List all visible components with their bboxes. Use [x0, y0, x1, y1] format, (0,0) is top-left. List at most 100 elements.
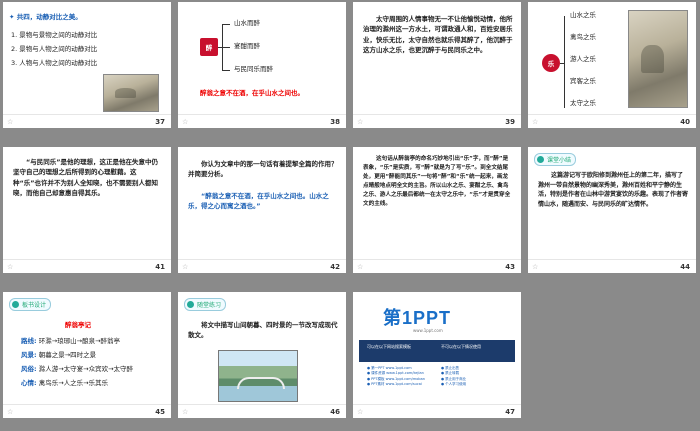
info-band: 可以在以下网站搜索模板 不可以在以下情况使用 [359, 340, 515, 362]
star-icon: ☆ [7, 263, 14, 271]
slide-footer: ☆ 42 [178, 259, 346, 273]
star-icon: ☆ [357, 118, 364, 126]
star-icon: ☆ [7, 408, 14, 416]
center-node: 醉 [200, 38, 218, 56]
ppt-logo-url: www.1ppt.com [413, 328, 443, 333]
link-item[interactable]: ● 课件资源 www.1ppt.com/kejian [367, 371, 425, 376]
slide-thumbnail-46[interactable]: 随堂练习 将文中描写山间朝暮、四时景的一节改写成现代散文。 ☆ 46 [178, 292, 346, 418]
star-icon: ☆ [182, 263, 189, 271]
slide-number: 47 [505, 408, 515, 416]
branch-label: 与民同乐而醉 [234, 65, 273, 73]
slide-number: 45 [155, 408, 165, 416]
link-list-left: ● 第一PPT www.1ppt.com ● 课件资源 www.1ppt.com… [367, 366, 425, 387]
star-icon: ☆ [532, 118, 539, 126]
board-row-text: 环滁→琅琊山→酿泉→醉翁亭 [38, 337, 121, 345]
star-icon: ☆ [532, 263, 539, 271]
landscape-painting [103, 74, 159, 112]
slide-line: 2. 景物与人物之间的动静对比 [11, 45, 98, 53]
branch-label: 禽鸟之乐 [570, 33, 596, 41]
branch-label: 宾客之乐 [570, 77, 596, 85]
brace-line [564, 16, 565, 108]
section-tag: 板书设计 [9, 298, 52, 311]
board-row: 风俗: 滁人游→太守宴→众宾欢→太守醉 [21, 364, 133, 374]
slide-number: 41 [155, 263, 165, 271]
board-row: 风景: 朝暮之景→四时之景 [21, 350, 96, 360]
slide-sorter-grid: ✦ 共四，动静对比之美。 1. 景物与景物之间的动静对比 2. 景物与人物之间的… [0, 0, 700, 431]
link-item[interactable]: ● PPT素材 www.1ppt.com/sucai [367, 382, 425, 387]
slide-number: 40 [680, 118, 690, 126]
board-row-label: 心情: [21, 379, 37, 387]
slide-number: 39 [505, 118, 515, 126]
band-left-label: 可以在以下网站搜索模板 [367, 344, 411, 349]
star-icon: ☆ [357, 408, 364, 416]
star-icon: ☆ [182, 408, 189, 416]
slide-footer: ☆ 41 [3, 259, 171, 273]
slide-thumbnail-42[interactable]: 你认为文章中的那一句话有着提挈全篇的作用？并简要分析。 “醉翁之意不在酒，在乎山… [178, 147, 346, 273]
list-item: ● 个人学习使用 [441, 381, 467, 386]
slide-thumbnail-39[interactable]: 太守周围的人情事物无一不让他愉悦动情，他所治理的滁州这一方水土，可谓政通人和，百… [353, 2, 521, 128]
board-row-label: 风俗: [21, 365, 37, 373]
tag-dot-icon [537, 156, 544, 163]
board-row: 心情: 禽鸟乐→人之乐→乐其乐 [21, 378, 108, 388]
star-icon: ☆ [7, 118, 14, 126]
section-tag: 课堂小结 [534, 153, 577, 166]
star-icon: ☆ [357, 263, 364, 271]
board-row-text: 禽鸟乐→人之乐→乐其乐 [38, 379, 109, 387]
slide-thumbnail-41[interactable]: “与民同乐”是他的理想，这正是他在失意中仍坚守自己的理想之后所得到的心理慰藉。这… [3, 147, 171, 273]
link-item[interactable]: ● PPT模板 www.1ppt.com/moban [367, 377, 425, 382]
slide-number: 37 [155, 118, 165, 126]
tag-dot-icon [12, 301, 19, 308]
answer-text: “醉翁之意不在酒，在乎山水之间也。山水之乐，得之心而寓之酒也。” [188, 192, 329, 211]
slide-footer: ☆ 37 [3, 114, 171, 128]
slide-footer: ☆ 39 [353, 114, 521, 128]
landscape-painting [628, 10, 688, 108]
slide-footer: ☆ 47 [353, 404, 521, 418]
section-tag: 随堂练习 [184, 298, 227, 311]
branch-label: 山水之乐 [570, 11, 596, 19]
slide-number: 46 [330, 408, 340, 416]
slide-footer: ☆ 43 [353, 259, 521, 273]
slide-paragraph: 太守周围的人情事物无一不让他愉悦动情，他所治理的滁州这一方水土，可谓政通人和，百… [363, 15, 513, 55]
slide-footer: ☆ 44 [528, 259, 696, 273]
slide-paragraph: 这句话从醉翁亭的命名巧妙地引出“乐”字，而“醉”是表象，“乐”是实质，写“醉”就… [363, 156, 511, 207]
question-text: 你认为文章中的那一句话有着提挈全篇的作用？并简要分析。 [188, 160, 338, 179]
board-row: 路线: 环滁→琅琊山→酿泉→醉翁亭 [21, 336, 120, 346]
brace-line [222, 70, 230, 71]
lake-bridge-photo [218, 350, 298, 402]
summary-text: 醉翁之意不在酒，在乎山水之间也。 [200, 89, 304, 97]
slide-number: 38 [330, 118, 340, 126]
slide-number: 44 [680, 263, 690, 271]
slide-paragraph: 这篇游记写于欧阳修到滁州任上的第二年，描写了滁州一带自然景物的幽深秀美，滁州百姓… [538, 172, 689, 208]
board-row-text: 朝暮之景→四时之景 [38, 351, 97, 359]
slide-paragraph: “与民同乐”是他的理想，这正是他在失意中仍坚守自己的理想之后所得到的心理慰藉。这… [13, 158, 159, 198]
star-icon: ☆ [182, 118, 189, 126]
tag-dot-icon [187, 301, 194, 308]
slide-thumbnail-45[interactable]: 板书设计 醉翁亭记 路线: 环滁→琅琊山→酿泉→醉翁亭 风景: 朝暮之景→四时之… [3, 292, 171, 418]
slide-thumbnail-37[interactable]: ✦ 共四，动静对比之美。 1. 景物与景物之间的动静对比 2. 景物与人物之间的… [3, 2, 171, 128]
board-row-text: 滁人游→太守宴→众宾欢→太守醉 [38, 365, 134, 373]
list-item: ● 禁止用于商业 [441, 376, 467, 381]
slide-footer: ☆ 45 [3, 404, 171, 418]
slide-footer: ☆ 46 [178, 404, 346, 418]
branch-label: 宴酣而醉 [234, 42, 260, 50]
slide-thumbnail-40[interactable]: 乐 山水之乐 禽鸟之乐 游人之乐 宾客之乐 太守之乐 ☆ 40 [528, 2, 696, 128]
slide-paragraph: 将文中描写山间朝暮、四时景的一节改写成现代散文。 [188, 321, 338, 340]
board-title: 醉翁亭记 [65, 321, 91, 329]
slide-thumbnail-38[interactable]: 醉 山水而醉 宴酣而醉 与民同乐而醉 醉翁之意不在酒，在乎山水之间也。 ☆ 38 [178, 2, 346, 128]
brace-line [560, 63, 564, 64]
slide-number: 43 [505, 263, 515, 271]
branch-label: 太守之乐 [570, 99, 596, 107]
slide-thumbnail-44[interactable]: 课堂小结 这篇游记写于欧阳修到滁州任上的第二年，描写了滁州一带自然景物的幽深秀美… [528, 147, 696, 273]
slide-footer: ☆ 38 [178, 114, 346, 128]
bullet-icon: ✦ [9, 13, 15, 21]
brace-line [222, 24, 230, 25]
board-row-label: 风景: [21, 351, 37, 359]
band-right-label: 不可以在以下情况使用 [441, 344, 481, 349]
slide-thumbnail-43[interactable]: 这句话从醉翁亭的命名巧妙地引出“乐”字，而“醉”是表象，“乐”是实质，写“醉”就… [353, 147, 521, 273]
slide-thumbnail-47[interactable]: 第1PPT www.1ppt.com 可以在以下网站搜索模板 不可以在以下情况使… [353, 292, 521, 418]
slide-title: ✦ 共四，动静对比之美。 [9, 13, 82, 21]
branch-label: 山水而醉 [234, 19, 260, 27]
branch-label: 游人之乐 [570, 55, 596, 63]
slide-number: 42 [330, 263, 340, 271]
link-list-right: ● 禁止出售 ● 禁止转载 ● 禁止用于商业 ● 个人学习使用 [441, 366, 466, 387]
